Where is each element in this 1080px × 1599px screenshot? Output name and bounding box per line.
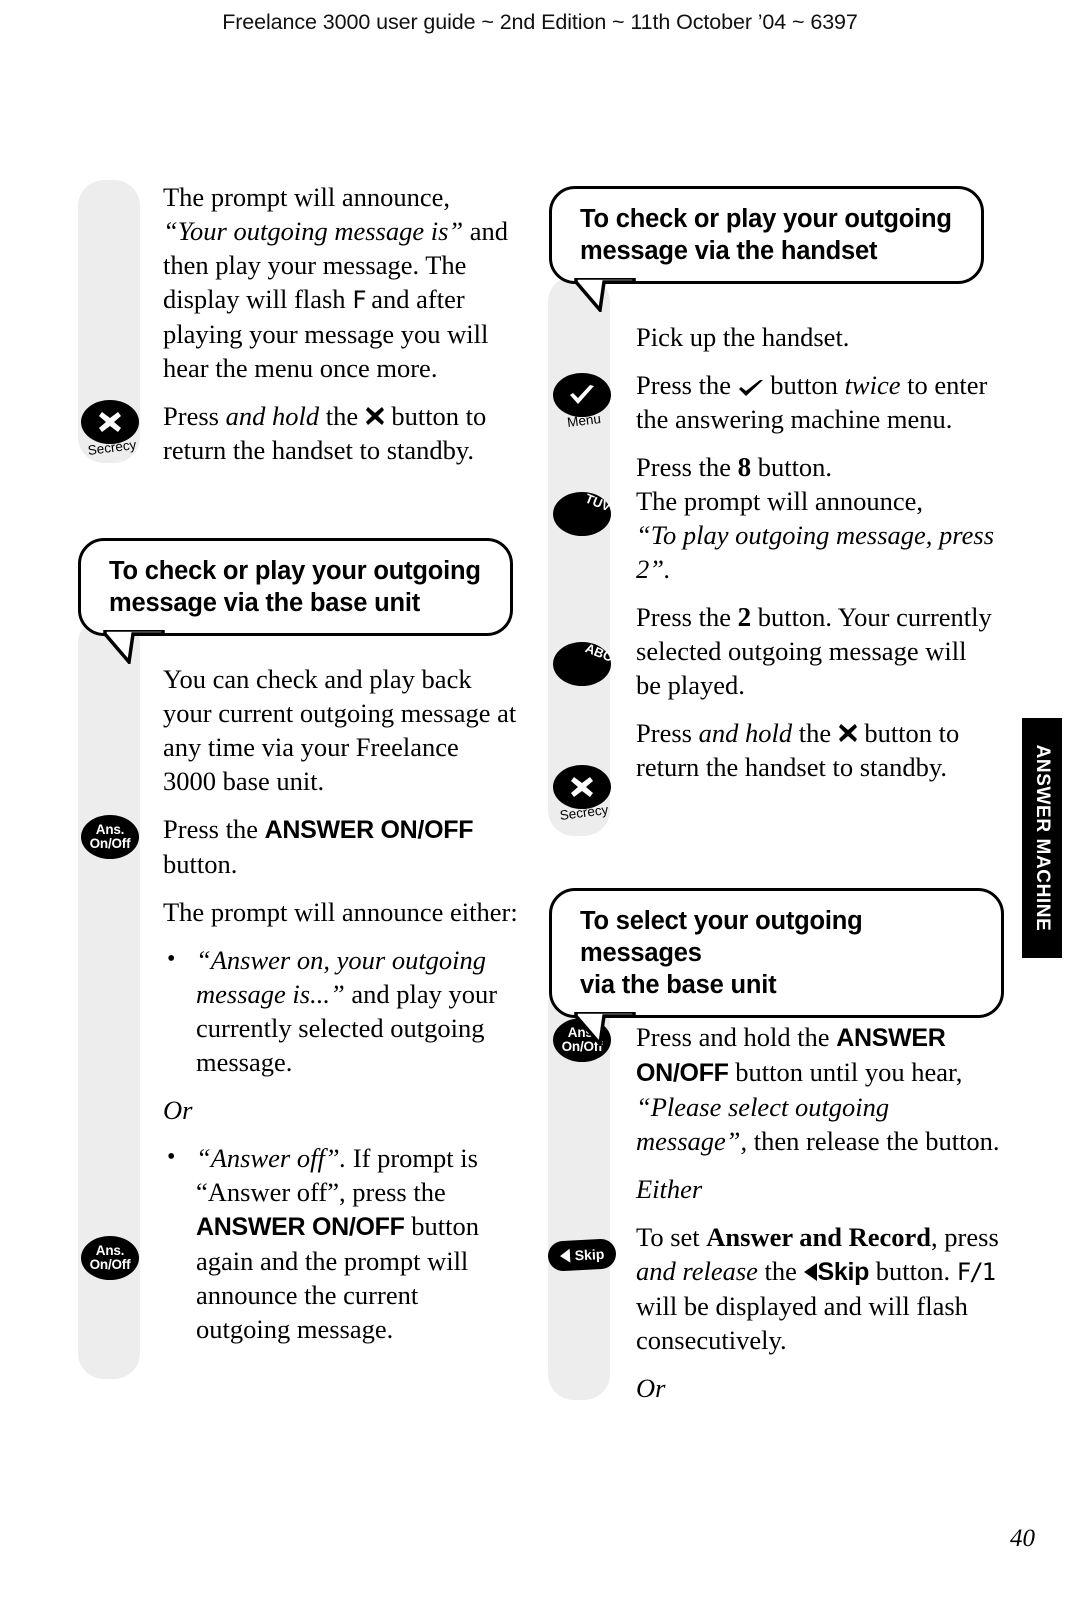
user-guide-page: Freelance 3000 user guide ~ 2nd Edition … — [0, 0, 1080, 1599]
right2-para2-b: , press — [931, 1222, 999, 1252]
right-column: To check or play your outgoing message v… — [547, 0, 1018, 1599]
right-para2-b: button — [770, 370, 838, 400]
list-item: “Answer on, your outgoing message is...”… — [163, 942, 518, 1079]
right-para3-b: button. — [757, 452, 833, 482]
right-para2-a: Press the — [636, 370, 731, 400]
left-or-label: Or — [163, 1095, 193, 1125]
callout-tail — [103, 630, 165, 664]
left-intro-text: The prompt will announce, “Your outgoing… — [163, 180, 518, 467]
skip-triangle-icon — [559, 1248, 571, 1264]
right2-para1-c: then release the button. — [753, 1126, 1000, 1156]
x-icon — [98, 411, 122, 433]
right2-para2-a: To set — [636, 1222, 700, 1252]
right2-para2-e: will be displayed and will flash consecu… — [636, 1291, 968, 1355]
callout-line2: message via the handset — [580, 235, 963, 267]
left-column: The prompt will announce, “Your outgoing… — [78, 0, 548, 1599]
lcd-glyph-f: F — [352, 286, 367, 314]
key-2-ref: 2 — [737, 602, 752, 632]
list-item: “Answer off”. If prompt is “Answer off”,… — [163, 1140, 518, 1346]
right-para2-twice: twice — [844, 370, 901, 400]
callout-line1: To check or play your outgoing — [580, 205, 952, 233]
callout-line2: message via the base unit — [109, 587, 492, 619]
right-para5-a: Press — [636, 718, 692, 748]
right-para3-quote: “To play outgoing message, press 2”. — [636, 520, 995, 584]
menu-check-inline-icon — [738, 371, 764, 396]
left-base-para3: The prompt will announce either: — [163, 897, 518, 927]
left-base-press: Press the — [163, 814, 258, 844]
right-para5-b: the — [798, 718, 832, 748]
callout-line1: To check or play your outgoing — [109, 557, 481, 585]
callout-tail — [574, 278, 636, 312]
key-menu[interactable]: Menu — [553, 373, 611, 430]
answer-onoff-label-2: ANSWER ON/OFF — [196, 1213, 405, 1241]
right-rail-segment-1 — [548, 276, 610, 836]
x-icon — [570, 776, 594, 798]
bullet2-quote: “Answer off”. — [196, 1143, 347, 1173]
key-answer-on-off-1[interactable]: Ans. On/Off — [81, 815, 139, 859]
right-para4-a: Press the — [636, 602, 731, 632]
left-bullet-list-1: “Answer on, your outgoing message is...”… — [163, 942, 518, 1079]
lcd-glyph-f1: F/1 — [956, 1258, 996, 1286]
key-skip[interactable]: Skip — [547, 1238, 617, 1272]
left-intro-press: Press — [163, 401, 219, 431]
key-label-line1: Ans. — [95, 1243, 125, 1258]
right-para3-c: The prompt will announce, — [636, 486, 924, 516]
right2-para1-b: button until you hear, — [735, 1057, 963, 1087]
check-icon — [569, 385, 595, 405]
callout-select-outgoing-messages: To select your outgoing messages via the… — [549, 888, 1004, 1046]
right-select-text: Press and hold the ANSWER ON/OFF button … — [636, 1020, 1004, 1405]
callout-line2-strong: via the handset — [694, 237, 878, 265]
right-para5-andhold: and hold — [698, 718, 793, 748]
left-bullet-list-2: “Answer off”. If prompt is “Answer off”,… — [163, 1140, 518, 1346]
right-para3-a: Press the — [636, 452, 731, 482]
right-para1: Pick up the handset. — [636, 322, 850, 352]
left-base-unit-text: You can check and play back your current… — [163, 662, 518, 1360]
right-or-label: Or — [636, 1373, 666, 1403]
callout-check-play-base-unit: To check or play your outgoing message v… — [78, 538, 513, 664]
callout-line2-strong: via the base unit — [223, 589, 421, 617]
key-8-ref: 8 — [737, 452, 752, 482]
left-base-para1: You can check and play back your current… — [163, 664, 517, 796]
callout-tail — [574, 1012, 636, 1046]
left-intro-a: The prompt will announce, — [163, 182, 451, 212]
key-label-line2: On/Off — [89, 1257, 131, 1272]
thumb-tab-label: ANSWER MACHINE — [1032, 744, 1053, 932]
section-thumb-tab: ANSWER MACHINE — [1022, 718, 1062, 958]
answer-onoff-label: ANSWER ON/OFF — [264, 816, 474, 844]
right2-para2-d: button. — [875, 1256, 951, 1286]
right2-para1-a: Press and hold the — [636, 1022, 830, 1052]
callout-line2-plain: message — [109, 589, 224, 617]
secrecy-x-inline-icon — [838, 718, 858, 742]
right2-para2-andrelease: and release — [636, 1256, 758, 1286]
right-handset-text: Pick up the handset. Press the button tw… — [636, 320, 996, 784]
key-answer-on-off-2[interactable]: Ans. On/Off — [81, 1236, 139, 1280]
key-8-digit: 8 — [566, 499, 581, 532]
skip-triangle-inline-icon — [803, 1263, 817, 1281]
secrecy-x-inline-icon — [365, 401, 385, 425]
left-intro-andhold: and hold — [225, 401, 320, 431]
key-2-digit: 2 — [566, 649, 581, 682]
key-label-line1: Ans. — [95, 822, 125, 837]
key-secrecy[interactable]: Secrecy — [81, 400, 139, 458]
key-answer-on-off-label: Ans. On/Off — [81, 815, 139, 859]
left-base-button: button. — [163, 849, 238, 879]
callout-line2-plain: message — [580, 237, 695, 265]
right-either-label: Either — [636, 1174, 703, 1204]
key-skip-inner: Skip — [547, 1238, 616, 1272]
callout-check-play-handset: To check or play your outgoing message v… — [549, 186, 984, 312]
key-8[interactable]: 8 TUV — [553, 491, 613, 536]
left-intro-quote: “Your outgoing message is” — [163, 216, 464, 246]
callout-line2-strong: via the base unit — [580, 971, 777, 999]
skip-label-inline: Skip — [817, 1258, 870, 1286]
key-secrecy[interactable]: Secrecy — [553, 765, 611, 823]
key-skip-label: Skip — [574, 1245, 605, 1264]
key-2[interactable]: 2 ABC — [553, 640, 615, 686]
answer-and-record-label: Answer and Record — [706, 1222, 932, 1252]
left-intro-the: the — [325, 401, 359, 431]
page-number: 40 — [1010, 1525, 1035, 1552]
right2-para2-c: the — [764, 1256, 797, 1286]
callout-line1: To select your outgoing messages — [580, 907, 863, 967]
key-label-line2: On/Off — [89, 836, 131, 851]
key-answer-on-off-label: Ans. On/Off — [81, 1236, 139, 1280]
